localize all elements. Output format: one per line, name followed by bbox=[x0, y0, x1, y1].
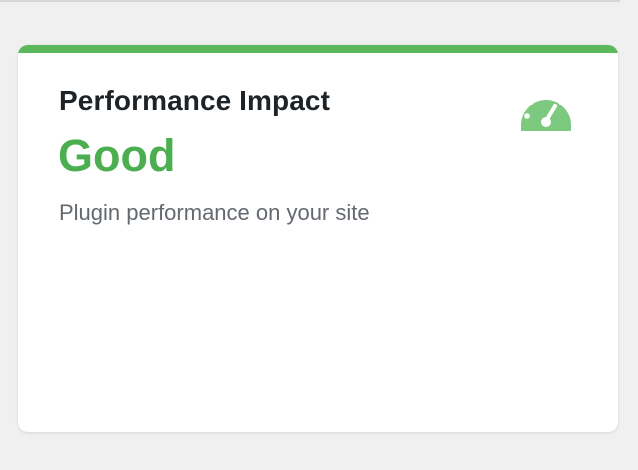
card-title: Performance Impact bbox=[59, 85, 331, 116]
dashboard-gauge-icon bbox=[518, 85, 574, 131]
top-divider bbox=[0, 0, 620, 2]
performance-impact-card: Performance Impact Good Plugin performan… bbox=[18, 45, 618, 432]
performance-status: Good bbox=[58, 130, 176, 181]
card-accent-bar bbox=[18, 45, 618, 53]
card-description: Plugin performance on your site bbox=[59, 200, 370, 225]
